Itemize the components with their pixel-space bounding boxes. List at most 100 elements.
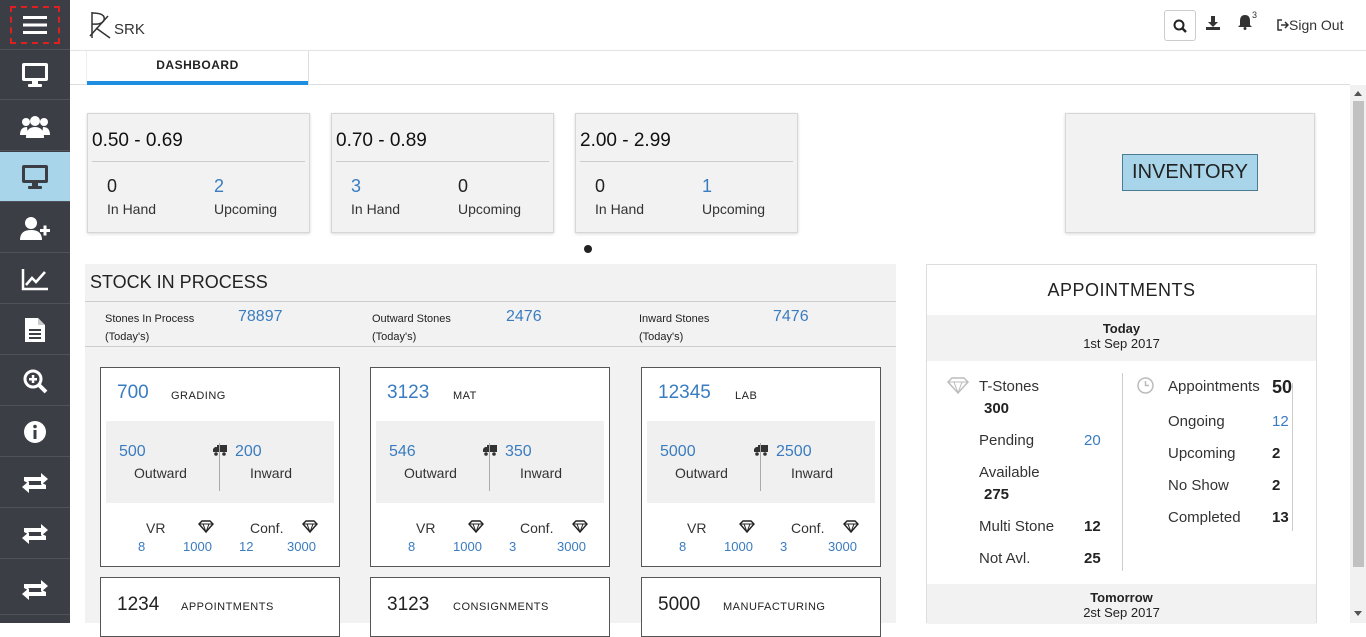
in-hand-count[interactable]: 3 [351,176,361,197]
upcoming-label: Upcoming [458,201,522,217]
process-count[interactable]: 5000 [658,594,700,616]
scroll-down-arrow-icon[interactable] [1354,611,1362,616]
monitor-icon [22,62,48,87]
inward-count[interactable]: 350 [505,443,532,461]
process-card-grading[interactable]: 700 GRADING 500 200 Outward Inward VR Co… [100,367,340,567]
stat-sub: (Today's) [105,331,150,343]
vr-label: VR [416,520,436,536]
tstones-value[interactable]: 300 [984,400,1009,417]
download-button[interactable] [1206,16,1220,35]
in-hand-count: 0 [107,176,118,196]
pending-value[interactable]: 20 [1084,432,1101,449]
conf-count[interactable]: 12 [239,539,253,554]
process-count[interactable]: 3123 [387,382,429,404]
no-show-label: No Show [1168,477,1229,494]
vr-carats[interactable]: 1000 [183,539,212,554]
vr-count[interactable]: 8 [408,539,415,554]
process-card-lab[interactable]: 12345 LAB 5000 2500 Outward Inward VR Co… [641,367,881,567]
process-card-consignments[interactable]: 3123 CONSIGNMENTS [370,577,610,637]
scrollbar-thumb[interactable] [1353,101,1364,567]
divider [85,346,896,347]
scroll-up-arrow-icon[interactable] [1354,91,1362,96]
size-card-1[interactable]: 0.70 - 0.89 3 0 In Hand Upcoming [331,113,554,233]
carousel-indicator-dot[interactable] [584,245,592,253]
size-card-0[interactable]: 0.50 - 0.69 0 2 In Hand Upcoming [87,113,310,233]
inward-count[interactable]: 2500 [776,443,812,461]
completed-value[interactable]: 13 [1272,509,1289,526]
sidebar-item-transfer-3[interactable] [0,565,70,615]
sign-out-link[interactable]: Sign Out [1277,17,1343,33]
tab-dashboard[interactable]: DASHBOARD [86,51,309,85]
process-card-mat[interactable]: 3123 MAT 546 350 Outward Inward VR Conf.… [370,367,610,567]
upcoming-count[interactable]: 2 [214,176,224,197]
sidebar-item-info[interactable] [0,407,70,457]
process-count[interactable]: 1234 [117,594,159,616]
active-tab-indicator [87,81,308,85]
sidebar-item-transfer-1[interactable] [0,458,70,508]
no-show-value[interactable]: 2 [1272,477,1280,494]
upcoming-value[interactable]: 2 [1272,445,1280,462]
outward-count[interactable]: 5000 [660,443,696,461]
menu-toggle-button[interactable] [0,0,70,50]
conf-count[interactable]: 3 [509,539,516,554]
vr-carats[interactable]: 1000 [453,539,482,554]
sidebar-item-documents[interactable] [0,305,70,355]
vertical-scrollbar[interactable] [1350,85,1366,623]
sidebar-item-analytics[interactable] [0,254,70,304]
sign-out-icon [1277,19,1289,31]
size-range: 2.00 - 2.99 [580,130,671,151]
sidebar-item-transfer-2[interactable] [0,509,70,559]
download-icon [1206,16,1220,30]
exchange-icon [22,579,48,600]
available-value[interactable]: 275 [984,486,1009,503]
inventory-button[interactable]: INVENTORY [1122,154,1258,191]
sidebar-item-dashboard[interactable] [0,152,70,202]
stones-in-process-value[interactable]: 78897 [238,308,283,326]
outward-stones-value[interactable]: 2476 [506,308,542,326]
conf-carats[interactable]: 3000 [828,539,857,554]
process-name: MANUFACTURING [723,601,826,613]
diamond-icon [572,520,588,538]
search-button[interactable] [1164,10,1196,41]
outward-count[interactable]: 500 [119,443,146,461]
conf-carats[interactable]: 3000 [557,539,586,554]
conf-label: Conf. [250,520,284,536]
vr-carats[interactable]: 1000 [724,539,753,554]
outward-inward-box: 500 200 Outward Inward [106,421,334,503]
inward-stones-value[interactable]: 7476 [773,308,809,326]
process-count[interactable]: 12345 [658,382,711,404]
tomorrow-date: 2st Sep 2017 [1083,605,1160,620]
outward-count[interactable]: 546 [389,443,416,461]
notification-count-badge: 3 [1252,10,1258,20]
appointments-title: APPOINTMENTS [1047,280,1196,300]
inward-label: Inward [791,465,834,481]
truck-icon [483,443,497,461]
stat-label: Stones In Process [105,313,195,325]
inward-label: Inward [250,465,293,481]
vr-count[interactable]: 8 [138,539,145,554]
ongoing-value[interactable]: 12 [1272,413,1289,430]
upcoming-count[interactable]: 1 [702,176,712,197]
process-card-appointments[interactable]: 1234 APPOINTMENTS [100,577,340,637]
sidebar-item-users[interactable] [0,101,70,151]
size-range: 0.50 - 0.69 [92,130,183,151]
vr-count[interactable]: 8 [679,539,686,554]
conf-count[interactable]: 3 [780,539,787,554]
inward-count[interactable]: 200 [235,443,262,461]
size-card-2[interactable]: 2.00 - 2.99 0 1 In Hand Upcoming [575,113,798,233]
process-count[interactable]: 700 [117,382,149,404]
process-card-manufacturing[interactable]: 5000 MANUFACTURING [641,577,881,637]
multi-stone-value[interactable]: 12 [1084,518,1101,535]
tab-bar: DASHBOARD [70,51,1350,85]
sidebar-item-monitor[interactable] [0,50,70,100]
diamond-icon [947,377,969,399]
stock-title: STOCK IN PROCESS [90,272,268,292]
appointments-count-value[interactable]: 50 [1272,377,1292,398]
srk-logo-icon [89,12,111,39]
conf-carats[interactable]: 3000 [287,539,316,554]
process-count[interactable]: 3123 [387,594,429,616]
sidebar-item-search[interactable] [0,356,70,406]
not-avl-value[interactable]: 25 [1084,550,1101,567]
sidebar-item-add-user[interactable] [0,203,70,253]
notifications-button[interactable]: 3 [1238,10,1257,35]
